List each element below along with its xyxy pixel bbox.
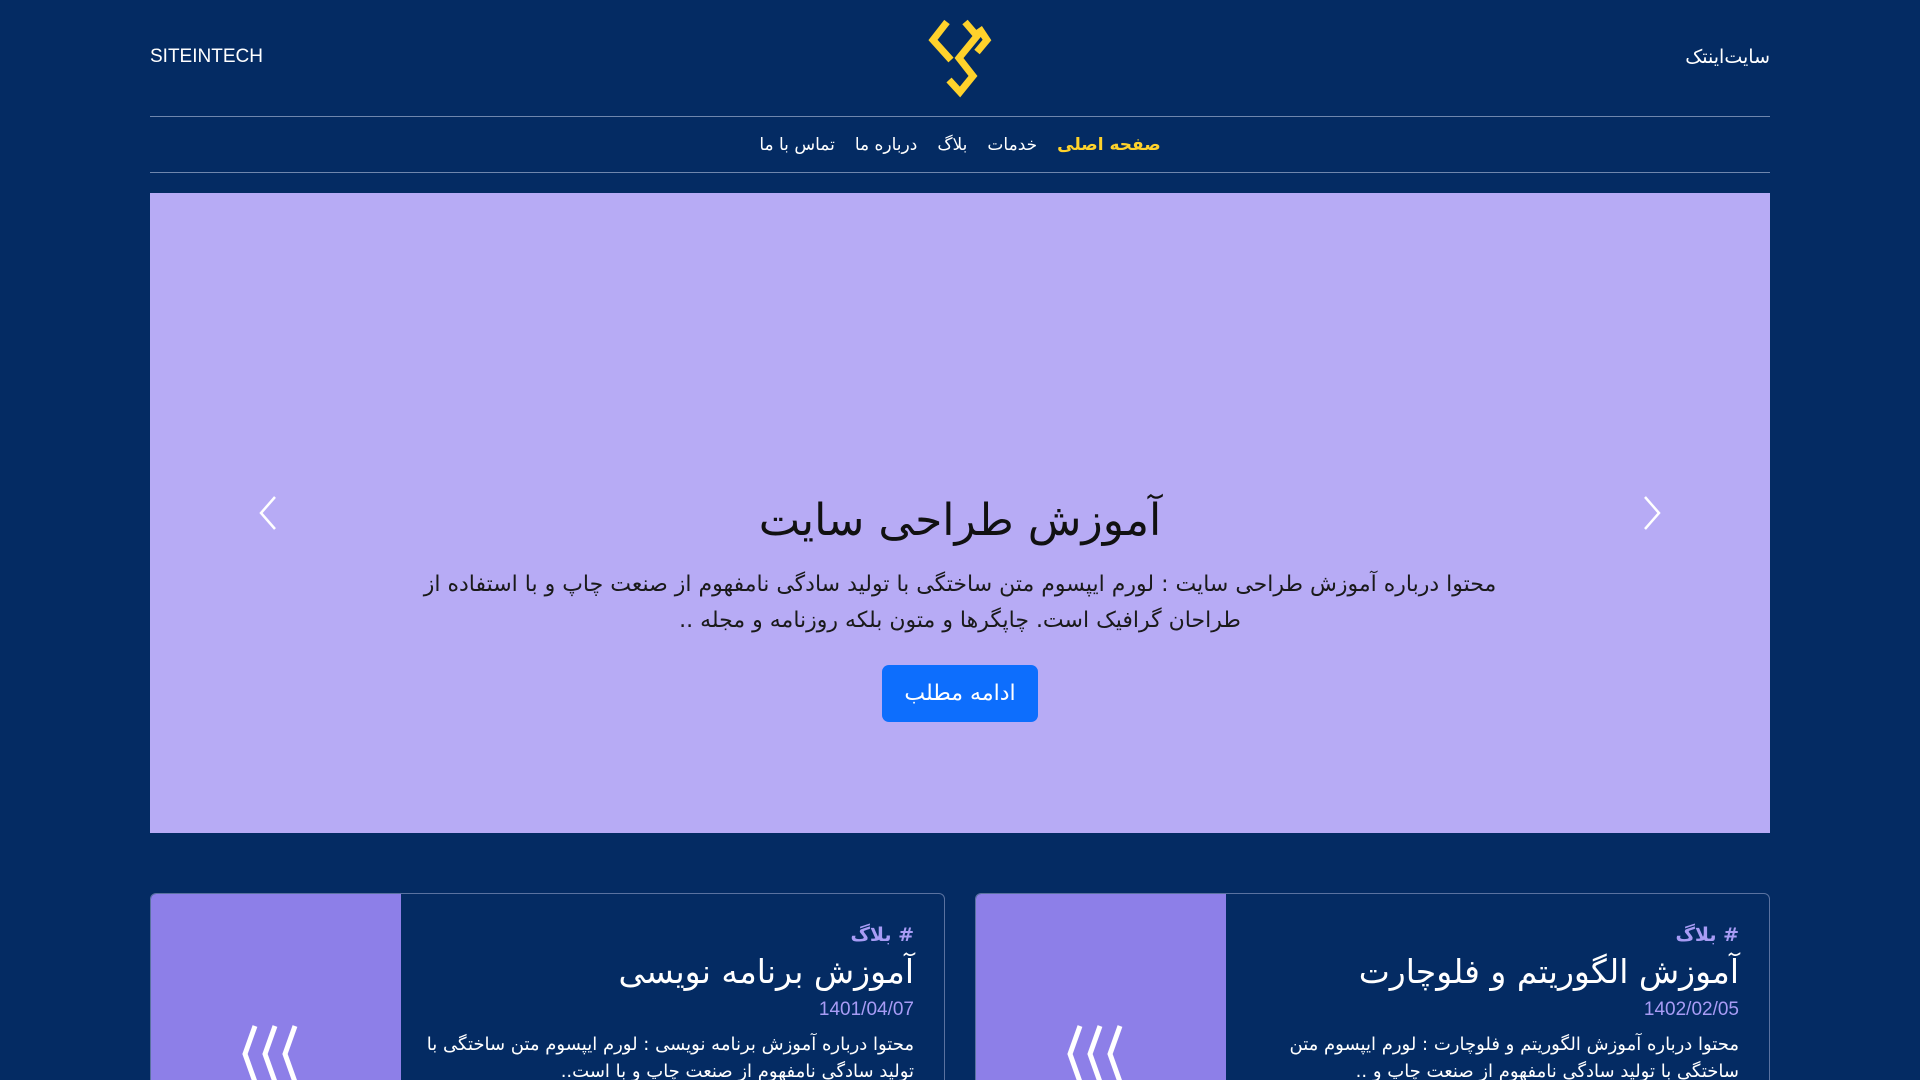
logo-icon[interactable]: [925, 18, 995, 98]
card-excerpt: محتوا درباره آموزش برنامه نویسی : لورم ا…: [426, 1034, 914, 1080]
blog-card[interactable]: # بلاگ آموزش الگوریتم و فلوچارت 1402/02/…: [975, 893, 1770, 1080]
card-body: # بلاگ آموزش الگوریتم و فلوچارت 1402/02/…: [1226, 894, 1739, 1080]
card-image[interactable]: [151, 894, 401, 1080]
chevrons-icon: [242, 1025, 298, 1080]
card-date: 1402/02/05: [1643, 999, 1739, 1020]
card-tag[interactable]: # بلاگ: [1675, 924, 1739, 946]
main-nav: صفحه اصلی خدمات بلاگ درباره ما تماس با م…: [150, 117, 1770, 173]
card-title[interactable]: آموزش برنامه نویسی: [619, 952, 914, 991]
chevrons-icon: [1067, 1025, 1123, 1080]
card-title[interactable]: آموزش الگوریتم و فلوچارت: [1359, 952, 1739, 991]
hero-carousel: آموزش طراحی سایت محتوا درباره آموزش طراح…: [150, 193, 1770, 833]
card-date: 1401/04/07: [818, 999, 914, 1020]
nav-item-services[interactable]: خدمات: [987, 135, 1037, 155]
brand-name-english[interactable]: SITEINTECH: [150, 46, 263, 68]
hero-description: محتوا درباره آموزش طراحی سایت : لورم ایپ…: [423, 572, 1497, 633]
blog-card[interactable]: # بلاگ آموزش برنامه نویسی 1401/04/07 محت…: [150, 893, 945, 1080]
hero-title: آموزش طراحی سایت: [758, 495, 1162, 546]
card-tag[interactable]: # بلاگ: [850, 924, 914, 946]
nav-item-blog[interactable]: بلاگ: [937, 135, 967, 155]
nav-item-contact[interactable]: تماس با ما: [759, 135, 835, 155]
nav-item-about[interactable]: درباره ما: [855, 135, 918, 155]
card-image[interactable]: [976, 894, 1226, 1080]
read-more-button[interactable]: ادامه مطلب: [882, 665, 1038, 722]
site-header: SITEINTECH سایت‌اینتک: [150, 0, 1770, 117]
nav-item-home[interactable]: صفحه اصلی: [1057, 135, 1161, 155]
brand-name-persian[interactable]: سایت‌اینتک: [1685, 46, 1770, 68]
card-excerpt: محتوا درباره آموزش الگوریتم و فلوچارت : …: [1289, 1034, 1739, 1080]
card-body: # بلاگ آموزش برنامه نویسی 1401/04/07 محت…: [401, 894, 914, 1080]
